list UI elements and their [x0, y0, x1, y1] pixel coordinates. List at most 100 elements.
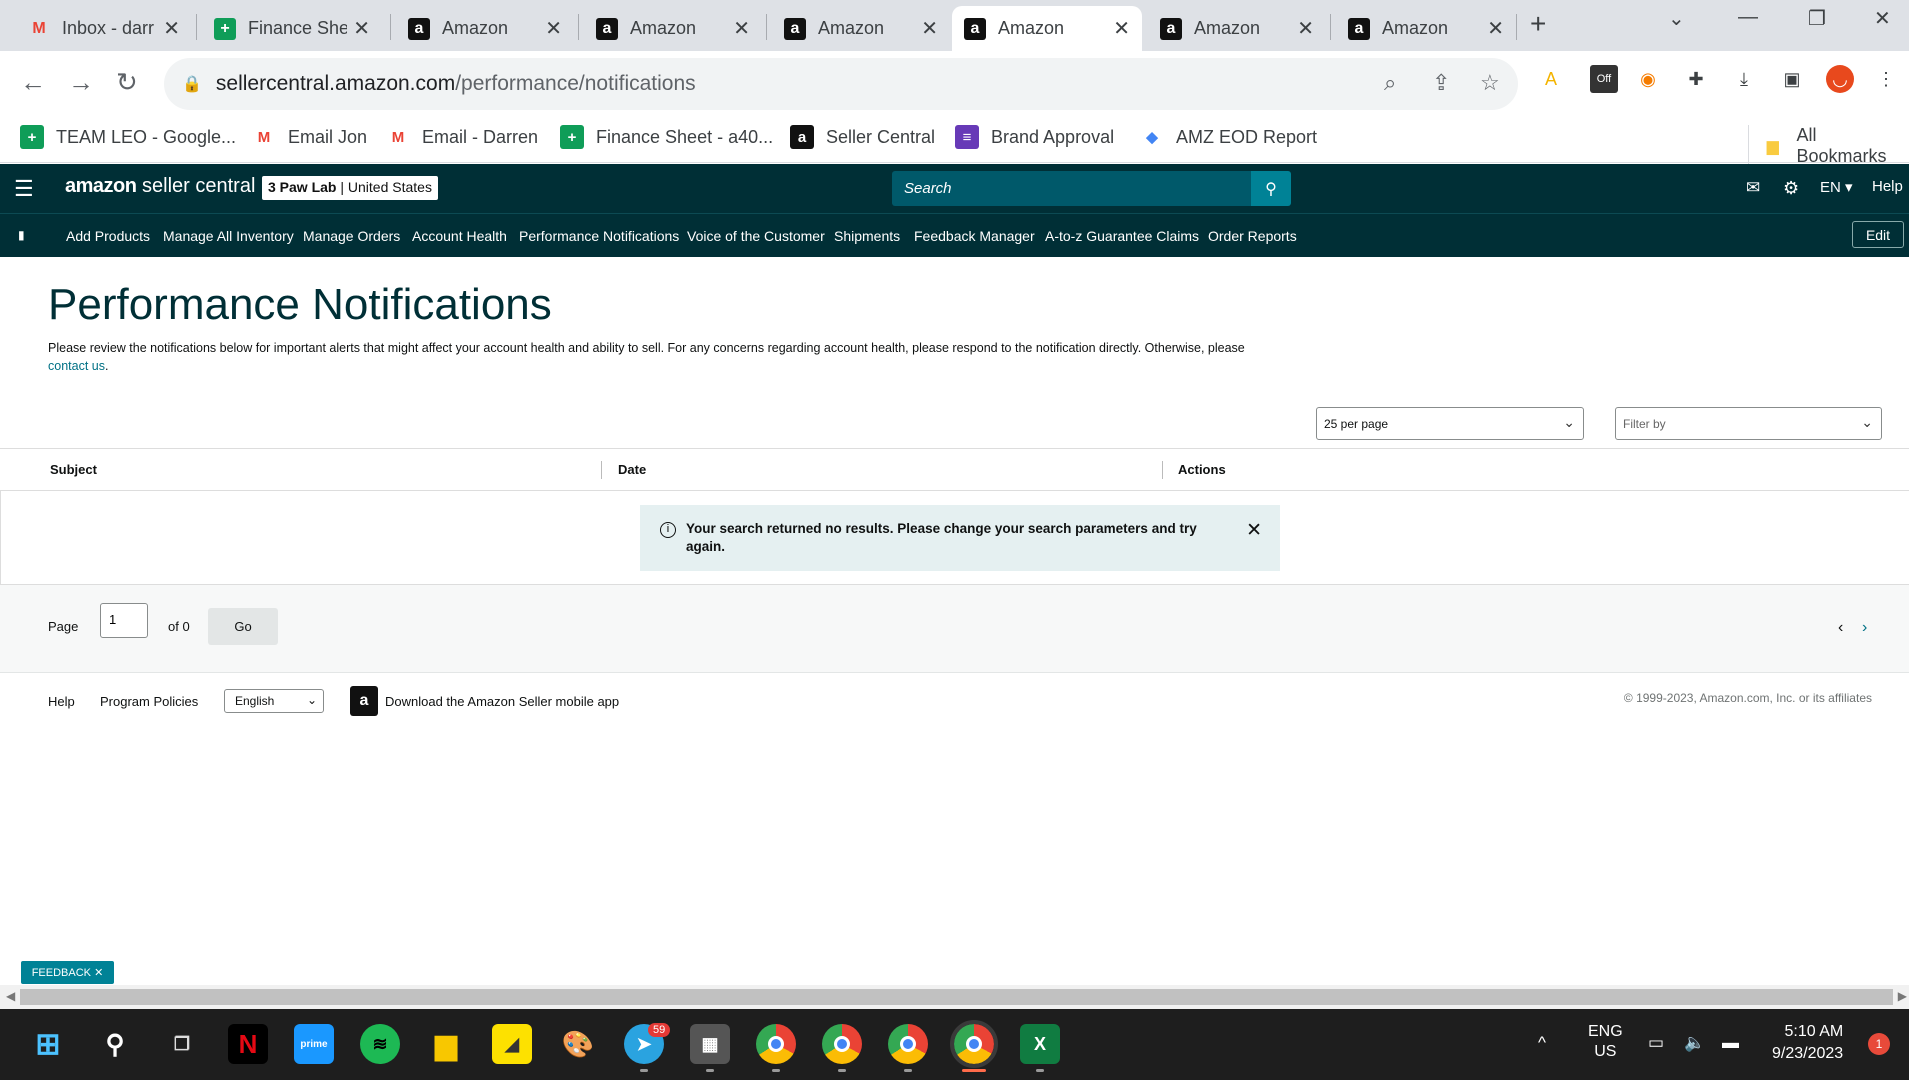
excel-icon[interactable]: X: [1020, 1024, 1060, 1064]
nav-order-reports[interactable]: Order Reports: [1208, 228, 1297, 244]
download-icon[interactable]: ⤓: [1730, 65, 1758, 93]
download-app-link[interactable]: Download the Amazon Seller mobile app: [385, 694, 619, 709]
tab-amazon-5[interactable]: a Amazon ✕: [1148, 6, 1326, 51]
tab-close-icon[interactable]: ✕: [1487, 16, 1504, 41]
column-subject[interactable]: Subject: [50, 462, 97, 477]
tab-amazon-3[interactable]: a Amazon ✕: [772, 6, 950, 51]
tab-close-icon[interactable]: ✕: [353, 16, 370, 41]
extension-circle-icon[interactable]: ◉: [1634, 65, 1662, 93]
gear-icon[interactable]: ⚙: [1783, 178, 1799, 199]
feedback-button[interactable]: FEEDBACK ✕: [21, 961, 114, 984]
bookmark-nav-icon[interactable]: ▮: [18, 228, 25, 242]
network-icon[interactable]: ▭: [1648, 1033, 1664, 1053]
next-page-icon[interactable]: ›: [1862, 619, 1867, 637]
bookmark-brand-approval[interactable]: ≡ Brand Approval: [955, 125, 1114, 149]
reload-icon[interactable]: ↻: [116, 67, 138, 98]
footer-help-link[interactable]: Help: [48, 694, 75, 709]
chrome-icon[interactable]: [756, 1024, 796, 1064]
notification-badge[interactable]: 1: [1868, 1033, 1890, 1055]
tab-close-icon[interactable]: ✕: [1297, 16, 1314, 41]
tab-amazon-1[interactable]: a Amazon ✕: [396, 6, 574, 51]
sidepanel-icon[interactable]: ▣: [1778, 65, 1806, 93]
paint-icon[interactable]: 🎨: [558, 1024, 598, 1064]
windows-start-icon[interactable]: ⊞: [28, 1024, 68, 1064]
tab-amazon-6[interactable]: a Amazon ✕: [1336, 6, 1516, 51]
new-tab-icon[interactable]: +: [1530, 8, 1546, 40]
forward-icon[interactable]: →: [68, 67, 94, 98]
minimize-icon[interactable]: —: [1738, 6, 1758, 29]
tab-close-icon[interactable]: ✕: [545, 16, 562, 41]
bookmark-finance-sheet[interactable]: + Finance Sheet - a40...: [560, 125, 773, 149]
task-view-icon[interactable]: ❐: [162, 1024, 202, 1064]
nav-voice-of-the-customer[interactable]: Voice of the Customer: [687, 228, 825, 244]
tab-close-icon[interactable]: ✕: [733, 16, 750, 41]
footer-language-select[interactable]: English ⌄: [224, 689, 324, 713]
scout-extension-icon[interactable]: A: [1537, 65, 1565, 93]
bookmark-team-leo[interactable]: + TEAM LEO - Google...: [20, 125, 236, 149]
page-number-input[interactable]: 1: [100, 603, 148, 638]
restore-icon[interactable]: ❐: [1808, 6, 1826, 31]
contact-us-link[interactable]: contact us: [48, 359, 105, 373]
prime-video-icon[interactable]: prime: [294, 1024, 334, 1064]
nav-manage-orders[interactable]: Manage Orders: [303, 228, 400, 244]
tab-close-icon[interactable]: ✕: [163, 16, 180, 41]
scrollbar-thumb[interactable]: [20, 989, 1893, 1005]
share-icon[interactable]: ⇪: [1432, 70, 1450, 96]
search-input[interactable]: Search: [892, 171, 1251, 206]
spotify-icon[interactable]: ≋: [360, 1024, 400, 1064]
chrome-profile-icon[interactable]: [888, 1024, 928, 1064]
tab-close-icon[interactable]: ✕: [921, 16, 938, 41]
seller-central-logo[interactable]: amazon seller central: [65, 175, 255, 198]
input-language[interactable]: ENG US: [1588, 1022, 1623, 1062]
close-window-icon[interactable]: ✕: [1874, 6, 1891, 31]
mail-icon[interactable]: ✉: [1746, 178, 1760, 198]
volume-icon[interactable]: 🔈: [1684, 1033, 1705, 1053]
back-icon[interactable]: ←: [20, 67, 46, 98]
tab-gmail[interactable]: M Inbox - darr ✕: [16, 6, 192, 51]
search-icon[interactable]: ⚲: [1251, 171, 1291, 206]
filter-by-select[interactable]: Filter by ⌄: [1615, 407, 1882, 440]
address-bar[interactable]: 🔒 sellercentral.amazon.com/performance/n…: [164, 58, 1518, 110]
search-icon[interactable]: ⚲: [95, 1024, 135, 1064]
tab-close-icon[interactable]: ✕: [1113, 16, 1130, 41]
all-bookmarks[interactable]: ▆ All Bookmarks: [1748, 125, 1909, 167]
extensions-puzzle-icon[interactable]: ✚: [1682, 65, 1710, 93]
bookmark-star-icon[interactable]: ☆: [1480, 70, 1500, 96]
profile-avatar[interactable]: ◡: [1826, 65, 1854, 93]
store-switcher[interactable]: 3 Paw Lab | United States: [262, 176, 438, 200]
battery-icon[interactable]: ▬: [1722, 1033, 1739, 1053]
off-extension-icon[interactable]: Off: [1590, 65, 1618, 93]
nav-add-products[interactable]: Add Products: [66, 228, 150, 244]
edit-nav-button[interactable]: Edit: [1852, 221, 1904, 248]
bookmark-email-jon[interactable]: M Email Jon: [252, 125, 367, 149]
go-button[interactable]: Go: [208, 608, 278, 645]
bookmark-email-darren[interactable]: M Email - Darren: [386, 125, 538, 149]
nav-performance-notifications[interactable]: Performance Notifications: [519, 228, 679, 244]
tab-finance-sheet[interactable]: + Finance She ✕: [202, 6, 382, 51]
column-date[interactable]: Date: [618, 462, 646, 477]
hamburger-menu-icon[interactable]: ☰: [14, 176, 34, 202]
zoom-icon[interactable]: ⌕: [1384, 70, 1396, 96]
sticky-notes-icon[interactable]: ◢: [492, 1024, 532, 1064]
program-policies-link[interactable]: Program Policies: [100, 694, 198, 709]
menu-kebab-icon[interactable]: ⋮: [1872, 65, 1900, 93]
nav-feedback-manager[interactable]: Feedback Manager: [914, 228, 1035, 244]
prev-page-icon[interactable]: ‹: [1838, 619, 1843, 637]
bookmark-seller-central[interactable]: a Seller Central: [790, 125, 935, 149]
clock[interactable]: 5:10 AM 9/23/2023: [1772, 1021, 1843, 1065]
tab-amazon-2[interactable]: a Amazon ✕: [584, 6, 762, 51]
netflix-icon[interactable]: N: [228, 1024, 268, 1064]
chrome-active-icon[interactable]: [950, 1020, 998, 1068]
file-explorer-icon[interactable]: ▆: [426, 1024, 466, 1064]
calculator-icon[interactable]: ▦: [690, 1024, 730, 1064]
horizontal-scrollbar[interactable]: ◀ ▶: [0, 985, 1909, 1009]
chrome-profile-icon[interactable]: [822, 1024, 862, 1064]
language-selector[interactable]: EN ▾: [1820, 178, 1853, 196]
nav-a-to-z-claims[interactable]: A-to-z Guarantee Claims: [1045, 228, 1199, 244]
nav-manage-all-inventory[interactable]: Manage All Inventory: [163, 228, 294, 244]
show-hidden-icons[interactable]: ^: [1538, 1033, 1546, 1053]
per-page-select[interactable]: 25 per page ⌄: [1316, 407, 1584, 440]
help-link[interactable]: Help: [1872, 178, 1903, 195]
close-icon[interactable]: ✕: [1246, 519, 1262, 542]
tab-search-chevron-icon[interactable]: ⌄: [1668, 6, 1685, 31]
